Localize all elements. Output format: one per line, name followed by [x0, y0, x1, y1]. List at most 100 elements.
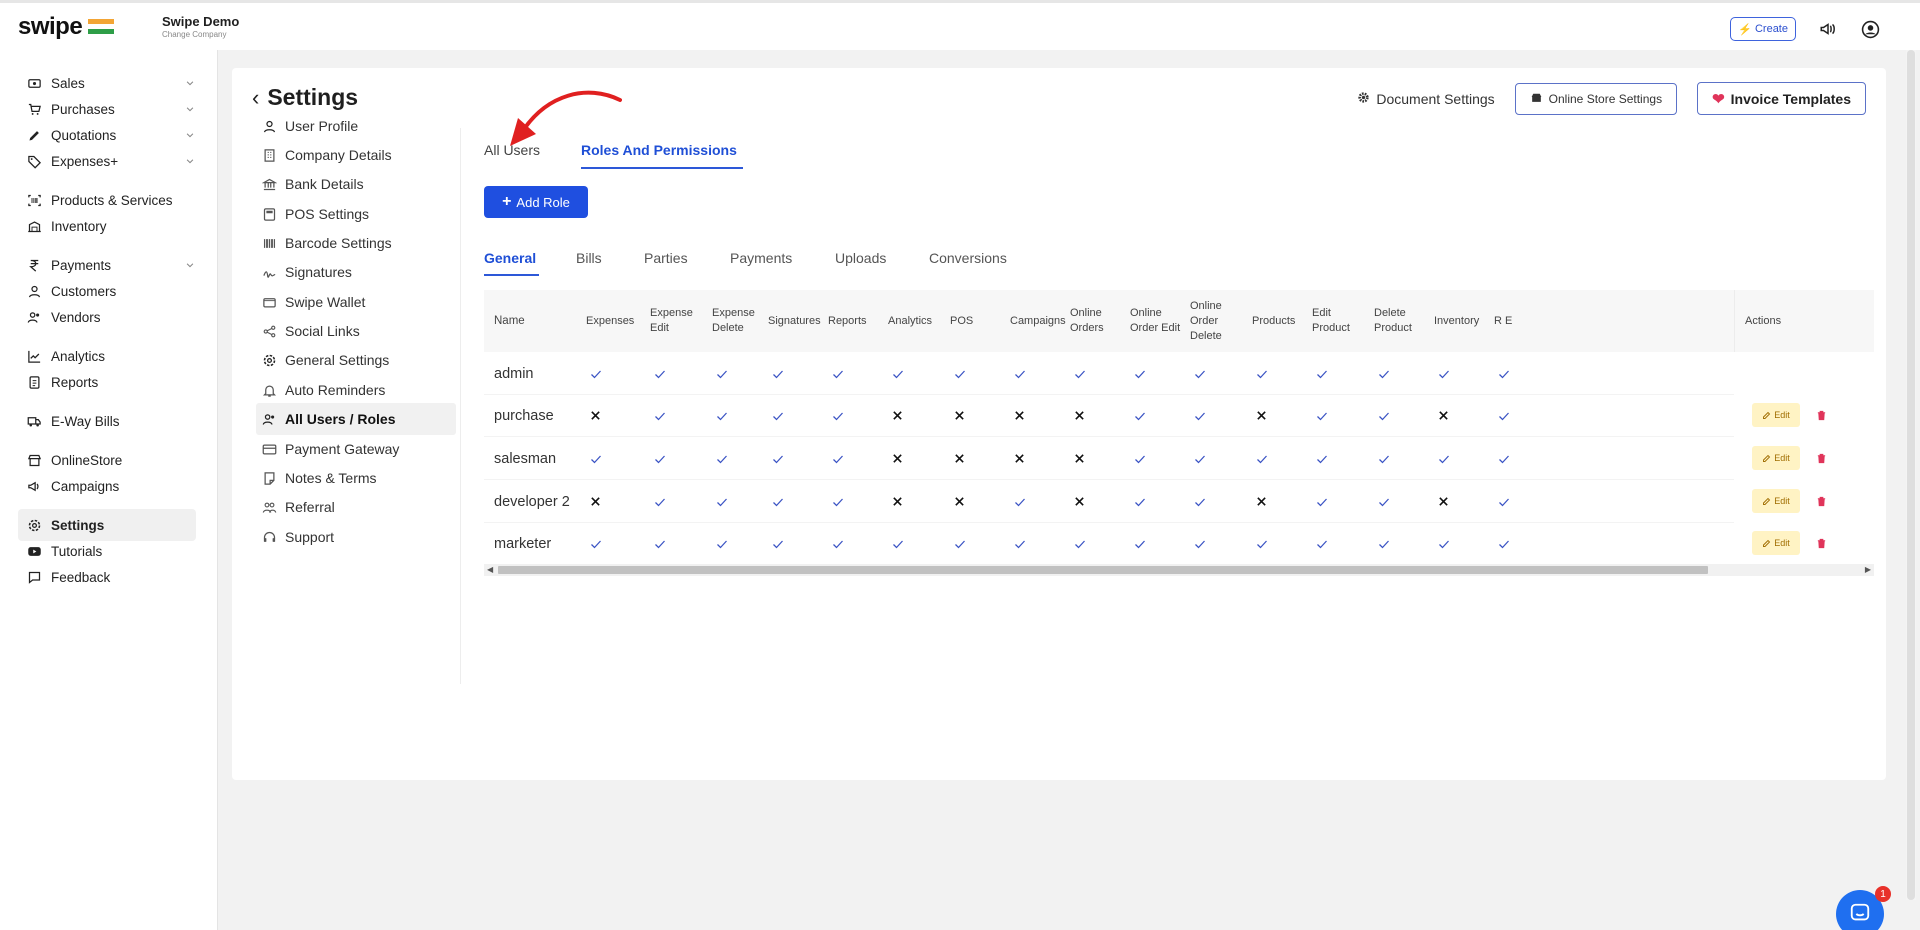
permission-cross-icon	[1074, 480, 1085, 523]
company-switcher[interactable]: Swipe Demo Change Company	[162, 14, 239, 39]
settings-nav-bank-details[interactable]: Bank Details	[260, 171, 364, 197]
settings-nav-swipe-wallet[interactable]: Swipe Wallet	[260, 289, 365, 315]
sidebar-item-label: Inventory	[51, 218, 107, 234]
delete-role-icon[interactable]	[1814, 408, 1828, 422]
document-settings-link[interactable]: Document Settings	[1357, 91, 1495, 107]
sidebar-item-label: Customers	[51, 283, 117, 299]
edit-icon	[1763, 454, 1771, 462]
delete-role-icon[interactable]	[1814, 494, 1828, 508]
permission-cross-icon	[1256, 480, 1267, 523]
settings-nav-referral[interactable]: Referral	[260, 494, 335, 520]
permission-check-icon	[832, 352, 844, 395]
subtab-uploads[interactable]: Uploads	[835, 250, 886, 266]
scroll-left-arrow-icon[interactable]: ◀	[487, 564, 493, 576]
change-company-link[interactable]: Change Company	[162, 30, 239, 39]
chevron-down-icon[interactable]	[185, 128, 195, 143]
permission-check-icon	[716, 352, 728, 395]
sidebar-item-e-way-bills[interactable]: E-Way Bills	[25, 408, 195, 434]
invoice-templates-label: Invoice Templates	[1730, 90, 1851, 107]
permission-check-icon	[1378, 437, 1390, 480]
delete-role-icon[interactable]	[1814, 451, 1828, 465]
edit-icon	[1763, 497, 1771, 505]
chevron-down-icon[interactable]	[185, 102, 195, 117]
add-role-button[interactable]: + Add Role	[484, 186, 588, 218]
create-button[interactable]: ⚡ Create	[1730, 17, 1796, 41]
page-scrollbar-thumb[interactable]	[1907, 50, 1915, 900]
sidebar-item-inventory[interactable]: Inventory	[25, 213, 195, 239]
scroll-right-arrow-icon[interactable]: ▶	[1865, 564, 1871, 576]
edit-role-button[interactable]: Edit	[1752, 531, 1800, 555]
edit-role-button[interactable]: Edit	[1752, 403, 1800, 427]
permission-cross-icon	[590, 480, 601, 523]
permission-check-icon	[1498, 394, 1510, 437]
sidebar-item-expenses[interactable]: Expenses+	[25, 148, 195, 174]
pen-icon	[25, 126, 43, 144]
settings-nav-label: Payment Gateway	[285, 441, 400, 457]
permission-check-icon	[1438, 437, 1450, 480]
sidebar-item-customers[interactable]: Customers	[25, 278, 195, 304]
sidebar: Sales Purchases Quotations Expenses+ Product…	[0, 50, 218, 930]
edit-role-button[interactable]: Edit	[1752, 446, 1800, 470]
chevron-down-icon[interactable]	[185, 258, 195, 273]
role-name: salesman	[494, 450, 557, 467]
sidebar-item-reports[interactable]: Reports	[25, 369, 195, 395]
back-chevron-icon[interactable]: ‹	[252, 85, 259, 111]
permission-check-icon	[1074, 352, 1086, 395]
sidebar-item-tutorials[interactable]: Tutorials	[25, 538, 195, 564]
subtab-bills[interactable]: Bills	[576, 250, 602, 266]
sidebar-item-quotations[interactable]: Quotations	[25, 122, 195, 148]
edit-role-button[interactable]: Edit	[1752, 489, 1800, 513]
sidebar-item-campaigns[interactable]: Campaigns	[25, 473, 195, 499]
chevron-down-icon[interactable]	[185, 154, 195, 169]
delete-role-icon[interactable]	[1814, 536, 1828, 550]
edit-label: Edit	[1774, 410, 1790, 420]
subtab-general[interactable]: General	[484, 250, 536, 266]
settings-nav-signatures[interactable]: Signatures	[260, 259, 352, 285]
column-header-expense-edit: Expense Edit	[650, 307, 693, 334]
settings-nav-auto-reminders[interactable]: Auto Reminders	[260, 377, 385, 403]
settings-nav-user-profile[interactable]: User Profile	[260, 113, 358, 139]
permission-cross-icon	[892, 437, 903, 480]
settings-nav-general-settings[interactable]: General Settings	[260, 347, 389, 373]
settings-nav-social-links[interactable]: Social Links	[260, 318, 360, 344]
scrollbar-thumb[interactable]	[498, 566, 1708, 574]
sidebar-item-analytics[interactable]: Analytics	[25, 343, 195, 369]
table-horizontal-scrollbar[interactable]: ◀ ▶	[484, 564, 1874, 576]
page-scrollbar[interactable]	[1906, 50, 1916, 900]
subtab-conversions[interactable]: Conversions	[929, 250, 1007, 266]
swipe-logo[interactable]: swipe	[18, 13, 148, 41]
settings-nav-company-details[interactable]: Company Details	[260, 142, 392, 168]
role-name: admin	[494, 365, 534, 382]
sidebar-item-payments[interactable]: Payments	[25, 252, 195, 278]
sidebar-item-products-services[interactable]: Products & Services	[25, 187, 195, 213]
settings-nav-support[interactable]: Support	[260, 524, 334, 550]
building-icon	[260, 146, 278, 164]
sidebar-item-sales[interactable]: Sales	[25, 70, 195, 96]
online-store-settings-button[interactable]: Online Store Settings	[1514, 82, 1678, 115]
sidebar-item-purchases[interactable]: Purchases	[25, 96, 195, 122]
signature-icon	[260, 263, 278, 281]
permission-cross-icon	[1074, 394, 1085, 437]
settings-nav-payment-gateway[interactable]: Payment Gateway	[260, 436, 399, 462]
invoice-templates-button[interactable]: ❤ Invoice Templates	[1697, 82, 1866, 115]
chevron-down-icon[interactable]	[185, 76, 195, 91]
sidebar-item-settings[interactable]: Settings	[18, 509, 196, 541]
actions-column: Actions Edit Edit Edit Edit	[1734, 290, 1874, 578]
settings-nav-label: Swipe Wallet	[285, 294, 366, 310]
sidebar-item-onlinestore[interactable]: OnlineStore	[25, 447, 195, 473]
settings-nav-barcode-settings[interactable]: Barcode Settings	[260, 230, 392, 256]
chat-badge: 1	[1875, 886, 1891, 902]
sidebar-item-label: Vendors	[51, 309, 101, 325]
settings-nav-all-users-roles[interactable]: All Users / Roles	[256, 403, 456, 435]
sidebar-item-vendors[interactable]: Vendors	[25, 304, 195, 330]
subtab-parties[interactable]: Parties	[644, 250, 688, 266]
settings-nav-notes-terms[interactable]: Notes & Terms	[260, 465, 377, 491]
account-icon[interactable]	[1860, 19, 1880, 39]
settings-nav-pos-settings[interactable]: POS Settings	[260, 201, 369, 227]
sidebar-item-feedback[interactable]: Feedback	[25, 564, 195, 590]
subtab-payments[interactable]: Payments	[730, 250, 792, 266]
megaphone-icon[interactable]	[1818, 19, 1838, 39]
permission-check-icon	[1256, 522, 1268, 565]
settings-nav-label: Bank Details	[285, 176, 364, 192]
table-row: salesman	[484, 437, 1874, 480]
